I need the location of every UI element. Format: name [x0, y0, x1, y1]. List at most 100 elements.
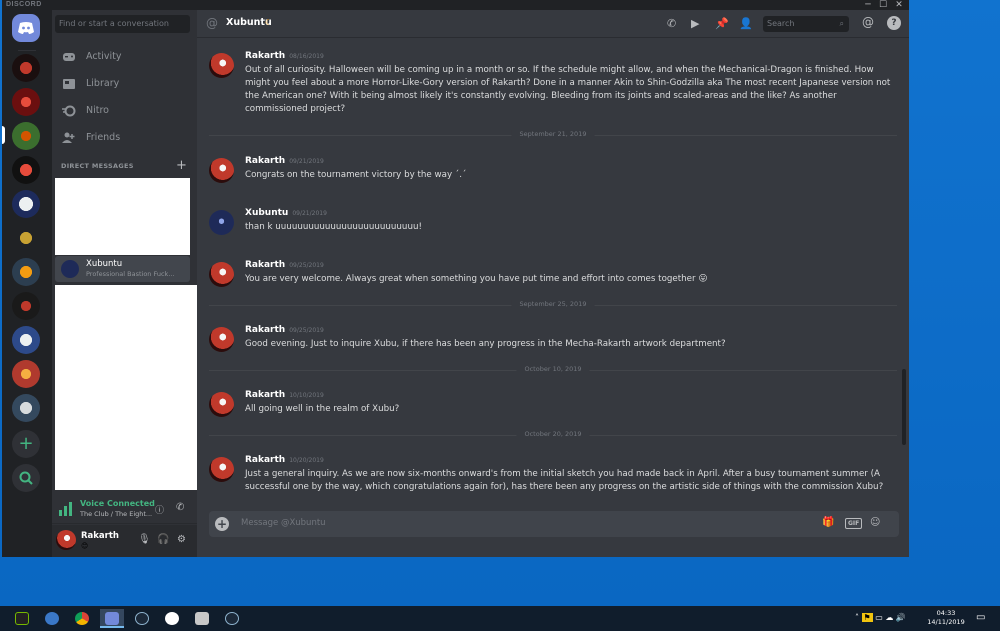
- message-author[interactable]: Rakarth 09/25/2019: [245, 325, 324, 335]
- server-icon[interactable]: [12, 54, 40, 82]
- search-icon: ⌕: [839, 19, 844, 28]
- close-button[interactable]: ✕: [892, 0, 906, 10]
- add-friend-icon[interactable]: 👤: [739, 17, 753, 30]
- server-list: +: [2, 10, 52, 557]
- taskbar-app[interactable]: [40, 609, 64, 628]
- message-text: Congrats on the tournament victory by th…: [245, 170, 467, 180]
- chevron-up-icon[interactable]: ˄: [855, 613, 859, 622]
- avatar[interactable]: [56, 530, 76, 550]
- notifications-icon[interactable]: ▭: [976, 612, 985, 623]
- direct-messages-header: DIRECT MESSAGES: [61, 162, 134, 170]
- custom-status: 😊: [81, 542, 89, 550]
- microphone-icon[interactable]: 🎙: [138, 534, 151, 545]
- system-tray[interactable]: ˄ ⚑ ▭ ☁ 🔊: [855, 613, 906, 622]
- upload-plus-icon[interactable]: +: [215, 517, 229, 531]
- taskbar-app[interactable]: [190, 609, 214, 628]
- avatar[interactable]: [209, 392, 234, 417]
- nav-friends[interactable]: Friends: [60, 127, 188, 149]
- redacted-dm-list: [55, 178, 190, 255]
- voice-channel[interactable]: The Club / The Eight...: [80, 510, 152, 518]
- onedrive-icon[interactable]: ☁: [885, 613, 893, 622]
- create-dm-button[interactable]: +: [176, 158, 187, 173]
- message-composer[interactable]: + Message @Xubuntu 🎁 GIF ☺: [209, 511, 899, 537]
- mentions-icon[interactable]: @: [862, 15, 874, 29]
- nav-nitro[interactable]: Nitro: [60, 100, 188, 122]
- monitor-app-icon: [15, 612, 29, 625]
- taskbar-app[interactable]: [130, 609, 154, 628]
- dm-item-xubuntu[interactable]: Xubuntu Professional Bastion Fuck...: [55, 256, 190, 282]
- dm-search-input[interactable]: Find or start a conversation: [55, 15, 190, 33]
- gif-button[interactable]: GIF: [845, 518, 863, 529]
- avatar[interactable]: [209, 158, 234, 183]
- scrollbar-thumb[interactable]: [902, 369, 906, 445]
- avatar[interactable]: [209, 210, 234, 235]
- redacted-dm-list: [55, 285, 197, 490]
- dm-name: Xubuntu: [86, 259, 123, 269]
- message-text: All going well in the realm of Xubu?: [245, 404, 400, 414]
- server-icon[interactable]: [12, 156, 40, 184]
- date-divider: September 25, 2019: [209, 300, 897, 308]
- server-icon[interactable]: [12, 326, 40, 354]
- message-text: than k uuuuuuuuuuuuuuuuuuuuuuuuuu!: [245, 222, 422, 232]
- taskbar-app[interactable]: [10, 609, 34, 628]
- chrome-icon: [75, 612, 89, 625]
- library-icon: [63, 79, 75, 89]
- message-input[interactable]: Message @Xubuntu: [241, 518, 326, 528]
- maximize-button[interactable]: ☐: [876, 0, 890, 10]
- avatar[interactable]: [209, 53, 234, 78]
- avatar[interactable]: [209, 327, 234, 352]
- avatar[interactable]: [209, 457, 234, 482]
- explore-servers-button[interactable]: [12, 464, 40, 492]
- message-timestamp: 09/25/2019: [289, 327, 324, 334]
- taskbar-app[interactable]: [160, 609, 184, 628]
- settings-gear-icon[interactable]: ⚙: [177, 534, 186, 545]
- taskbar-app[interactable]: [70, 609, 94, 628]
- pinned-messages-icon[interactable]: 📌: [715, 17, 729, 30]
- message-author[interactable]: Rakarth 10/10/2019: [245, 390, 324, 400]
- server-icon[interactable]: [12, 190, 40, 218]
- video-call-icon[interactable]: ▶: [691, 17, 699, 30]
- taskbar-app-discord[interactable]: [100, 609, 124, 628]
- server-icon[interactable]: [12, 292, 40, 320]
- headphones-icon[interactable]: 🎧: [157, 534, 169, 545]
- home-button[interactable]: [12, 14, 40, 42]
- activity-icon: [63, 53, 75, 61]
- search-input[interactable]: Search ⌕: [763, 16, 849, 32]
- message-timestamp: 09/21/2019: [289, 158, 324, 165]
- disconnect-icon[interactable]: ✆: [176, 502, 184, 513]
- steam-icon: [135, 612, 149, 625]
- server-icon[interactable]: [12, 88, 40, 116]
- voice-call-icon[interactable]: ✆: [667, 17, 676, 30]
- tray-app-icon[interactable]: ⚑: [861, 613, 873, 622]
- voice-connection-panel: Voice Connected The Club / The Eight... …: [52, 494, 197, 524]
- server-icon[interactable]: [12, 224, 40, 252]
- add-server-button[interactable]: +: [12, 430, 40, 458]
- message-author[interactable]: Xubuntu 09/21/2019: [245, 208, 327, 218]
- message-text: Good evening. Just to inquire Xubu, if t…: [245, 339, 726, 349]
- discord-icon: [105, 612, 119, 625]
- connection-info-icon[interactable]: ⓘ: [155, 503, 164, 516]
- avatar[interactable]: [209, 262, 234, 287]
- server-icon[interactable]: [12, 258, 40, 286]
- message-author[interactable]: Rakarth 10/20/2019: [245, 455, 324, 465]
- help-icon[interactable]: ?: [887, 16, 901, 30]
- server-separator: [18, 50, 36, 51]
- message-author[interactable]: Rakarth 08/16/2019: [245, 51, 324, 61]
- minimize-button[interactable]: ─: [861, 0, 875, 10]
- server-icon[interactable]: [12, 122, 40, 150]
- nav-label: Nitro: [86, 105, 109, 116]
- server-icon[interactable]: [12, 360, 40, 388]
- friends-icon: [62, 132, 75, 143]
- taskbar-app[interactable]: [220, 609, 244, 628]
- nav-library[interactable]: Library: [60, 73, 188, 95]
- volume-icon[interactable]: 🔊: [896, 613, 906, 622]
- server-icon[interactable]: [12, 394, 40, 422]
- message-author[interactable]: Rakarth 09/21/2019: [245, 156, 324, 166]
- network-icon[interactable]: ▭: [875, 613, 883, 622]
- message-author[interactable]: Rakarth 09/25/2019: [245, 260, 324, 270]
- gift-icon[interactable]: 🎁: [822, 517, 834, 528]
- nav-activity[interactable]: Activity: [60, 46, 188, 68]
- taskbar-clock[interactable]: 04:33 14/11/2019: [926, 609, 966, 627]
- chat-header: @ Xubuntu ☾ ✆ ▶ 📌 👤 Search ⌕ @ ?: [197, 10, 909, 38]
- emoji-icon[interactable]: ☺: [870, 517, 880, 528]
